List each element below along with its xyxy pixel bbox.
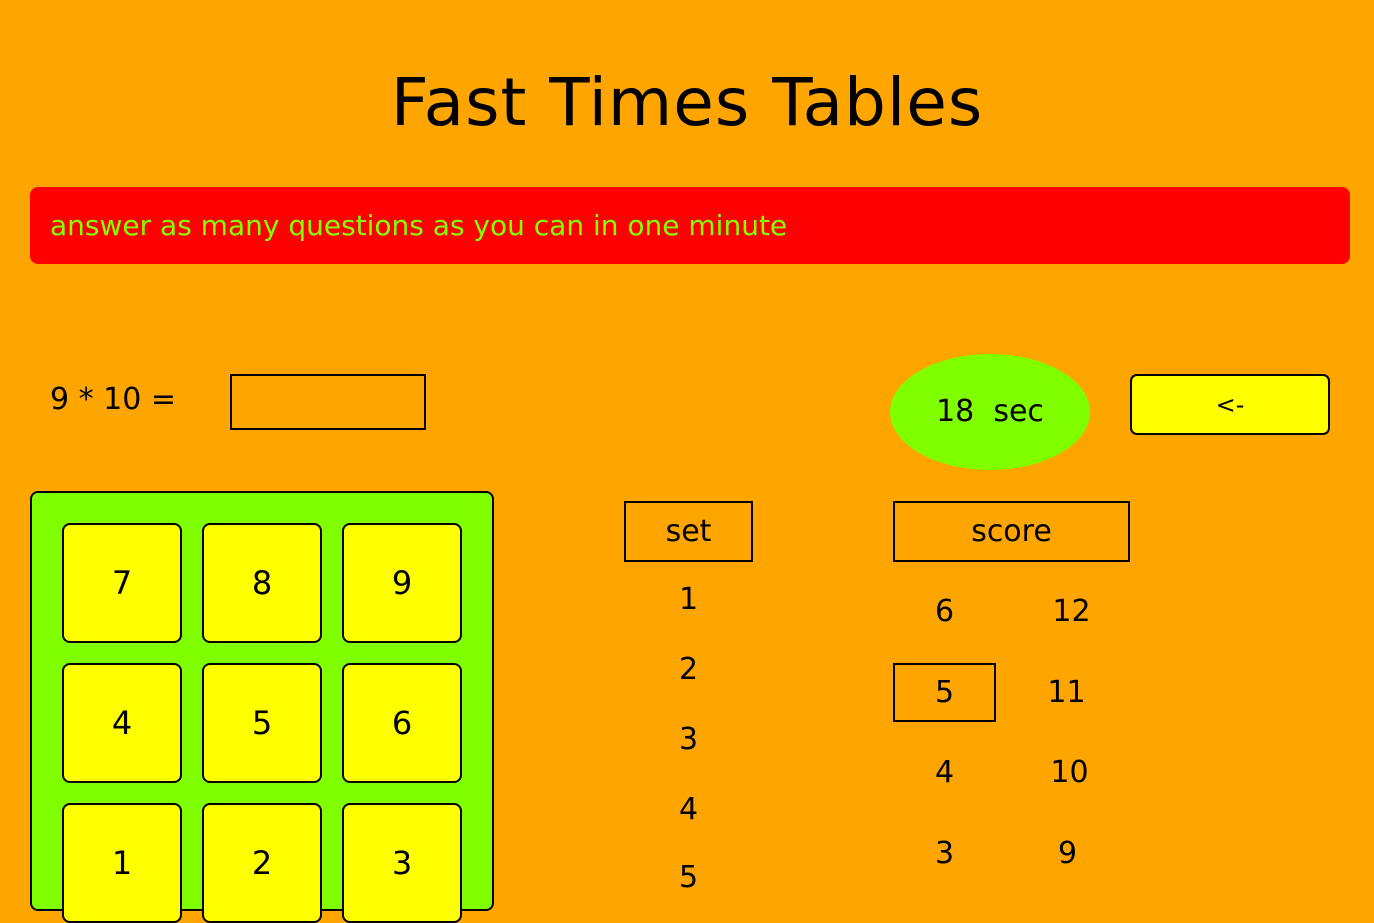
key-6[interactable]: 6 bbox=[342, 663, 462, 783]
set-header: set bbox=[624, 501, 753, 562]
score-cell-9: 9 bbox=[1057, 836, 1078, 871]
score-cell-11: 11 bbox=[1047, 675, 1086, 710]
key-7[interactable]: 7 bbox=[62, 523, 182, 643]
set-item-3[interactable]: 3 bbox=[624, 720, 753, 760]
key-2[interactable]: 2 bbox=[202, 803, 322, 923]
score-cell-10: 10 bbox=[1050, 755, 1089, 790]
key-5[interactable]: 5 bbox=[202, 663, 322, 783]
timer-text: 18 sec bbox=[936, 394, 1044, 429]
instruction-banner: answer as many questions as you can in o… bbox=[30, 187, 1350, 264]
instruction-text: answer as many questions as you can in o… bbox=[50, 209, 788, 242]
score-header: score bbox=[893, 501, 1130, 562]
score-cell-3: 3 bbox=[934, 836, 955, 871]
set-item-2[interactable]: 2 bbox=[624, 650, 753, 690]
question-text: 9 * 10 = bbox=[50, 382, 177, 417]
set-item-5[interactable]: 5 bbox=[624, 858, 753, 898]
page-title: Fast Times Tables bbox=[390, 64, 984, 141]
score-cell-5-selected: 5 bbox=[893, 663, 996, 722]
score-cell-12: 12 bbox=[1052, 594, 1091, 629]
score-cell-6: 6 bbox=[934, 594, 955, 629]
key-9[interactable]: 9 bbox=[342, 523, 462, 643]
key-3[interactable]: 3 bbox=[342, 803, 462, 923]
answer-input[interactable] bbox=[230, 374, 426, 430]
set-item-4[interactable]: 4 bbox=[624, 790, 753, 830]
backspace-button[interactable]: <- bbox=[1130, 374, 1330, 435]
set-item-1[interactable]: 1 bbox=[624, 580, 753, 620]
key-4[interactable]: 4 bbox=[62, 663, 182, 783]
score-cell-4: 4 bbox=[934, 755, 955, 790]
timer-display: 18 sec bbox=[890, 354, 1090, 470]
key-1[interactable]: 1 bbox=[62, 803, 182, 923]
number-keypad: 7 8 9 4 5 6 1 2 3 bbox=[30, 491, 494, 923]
key-8[interactable]: 8 bbox=[202, 523, 322, 643]
